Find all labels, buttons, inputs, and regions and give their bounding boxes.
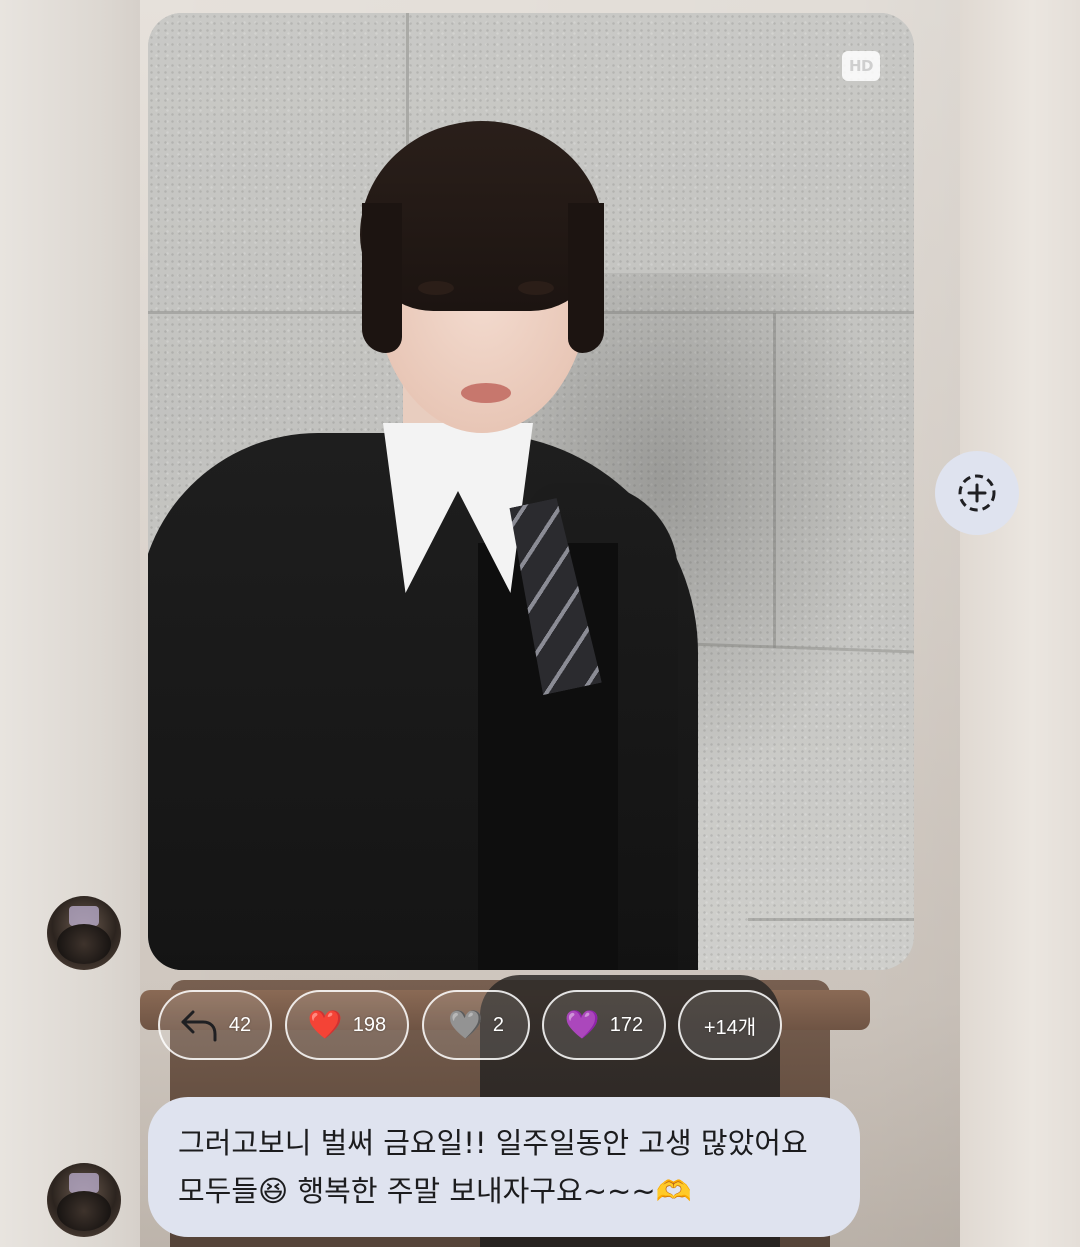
reply-icon [181, 1010, 217, 1042]
more-reactions-chip[interactable]: +14개 [678, 990, 782, 1060]
save-photo-button[interactable] [935, 451, 1019, 535]
save-plus-icon [958, 474, 996, 512]
photo-subject [148, 13, 914, 970]
reaction-chip-purple-heart[interactable]: 💜 172 [542, 990, 666, 1060]
hd-badge[interactable]: HD [842, 51, 880, 81]
grey-heart-icon: 🩶 [448, 1009, 483, 1040]
artist-avatar[interactable] [47, 1163, 121, 1237]
background-wall-right [960, 0, 1080, 1247]
background-wall-left [0, 0, 140, 1247]
artist-avatar[interactable] [47, 896, 121, 970]
reaction-chip-grey-heart[interactable]: 🩶 2 [422, 990, 530, 1060]
reaction-count: 172 [609, 1013, 644, 1036]
message-text-line-2: 모두들😆 행복한 주말 보내자구요~~~🫶 [178, 1174, 692, 1208]
reaction-count: 198 [352, 1013, 387, 1036]
photo-message[interactable]: HD [148, 13, 914, 970]
reaction-chip-red-heart[interactable]: ❤️ 198 [285, 990, 409, 1060]
message-bubble[interactable]: 그러고보니 벌써 금요일!! 일주일동안 고생 많았어요 모두들😆 행복한 주말… [148, 1097, 860, 1237]
reply-chip[interactable]: 42 [158, 990, 272, 1060]
message-text-line-1: 그러고보니 벌써 금요일!! 일주일동안 고생 많았어요 [178, 1126, 808, 1160]
reply-count: 42 [228, 1013, 252, 1036]
more-reactions-count: +14개 [703, 1016, 757, 1039]
reaction-count: 2 [492, 1013, 504, 1036]
red-heart-icon: ❤️ [307, 1009, 343, 1040]
purple-heart-icon: 💜 [564, 1009, 600, 1040]
